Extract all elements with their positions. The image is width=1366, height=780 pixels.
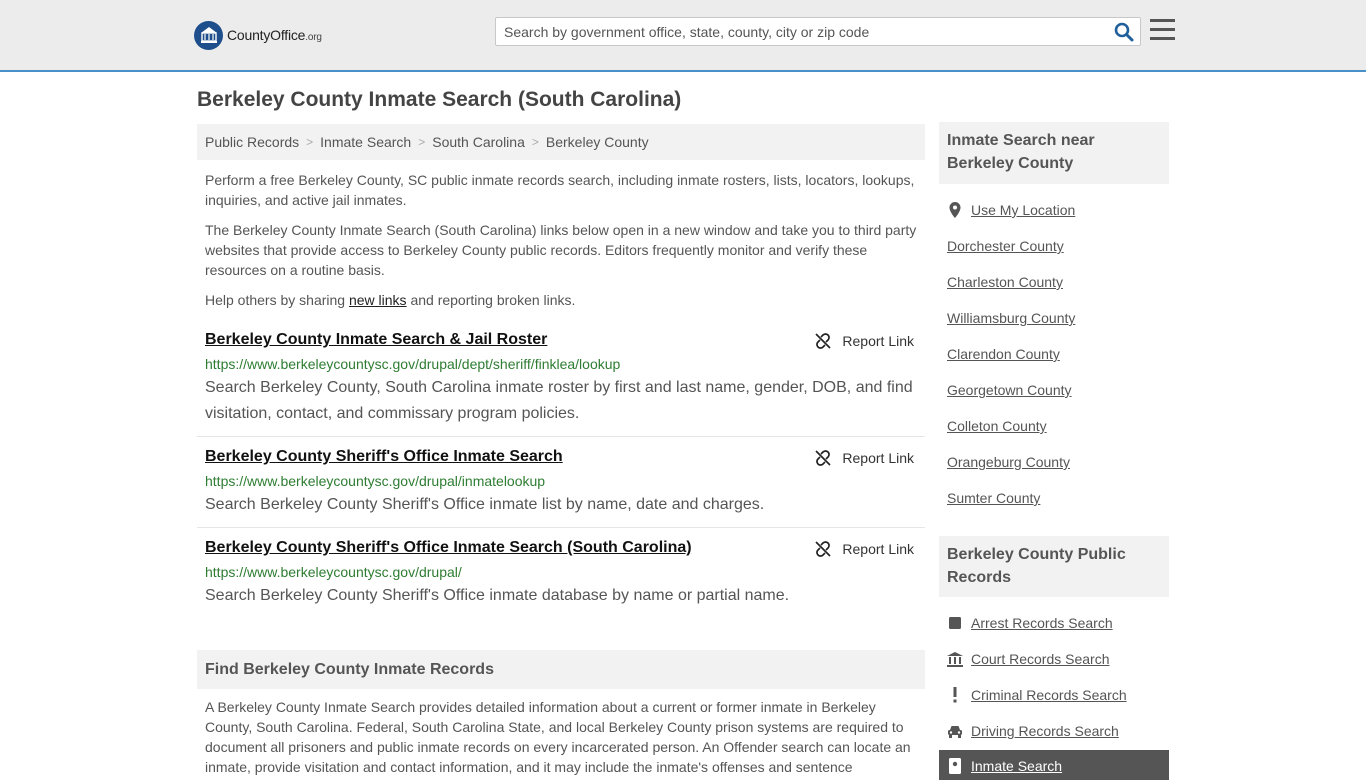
breadcrumb-public-records[interactable]: Public Records — [205, 134, 299, 150]
result-description: Search Berkeley County Sheriff's Office … — [205, 496, 765, 513]
nearby-county-link[interactable]: Clarendon County — [947, 346, 1060, 362]
report-link-button[interactable]: Report Link — [815, 333, 914, 349]
share-links-paragraph: Help others by sharing new links and rep… — [205, 292, 576, 308]
new-links-link[interactable]: new links — [349, 292, 407, 308]
exclamation-icon — [947, 687, 963, 703]
hamburger-menu-icon[interactable] — [1150, 18, 1175, 42]
breadcrumb-separator: > — [531, 135, 539, 149]
intro-paragraph: Perform a free Berkeley County, SC publi… — [205, 172, 915, 208]
inmate-search-active-link[interactable]: Inmate Search — [939, 750, 1169, 780]
breadcrumb-inmate-search[interactable]: Inmate Search — [320, 134, 411, 150]
nearby-county-link[interactable]: Sumter County — [947, 490, 1040, 506]
square-icon — [947, 615, 963, 631]
courthouse-icon — [947, 651, 963, 667]
driving-records-link[interactable]: Driving Records Search — [947, 723, 1119, 739]
result-item: Berkeley County Sheriff's Office Inmate … — [197, 539, 925, 618]
broken-link-icon — [815, 450, 832, 466]
public-records-heading: Berkeley County Public Records — [939, 536, 1169, 597]
top-bar: CountyOffice.org — [0, 0, 1366, 72]
search-input[interactable] — [504, 18, 1104, 45]
broken-link-icon — [815, 541, 832, 557]
result-url: https://www.berkeleycountysc.gov/drupal/… — [205, 356, 621, 372]
result-title-link[interactable]: Berkeley County Inmate Search & Jail Ros… — [205, 331, 547, 349]
arrest-records-link[interactable]: Arrest Records Search — [947, 615, 1113, 631]
result-description: Search Berkeley County, South Carolina i… — [205, 379, 913, 422]
car-icon — [947, 723, 963, 739]
broken-link-icon — [815, 333, 832, 349]
result-item: Berkeley County Inmate Search & Jail Ros… — [197, 331, 925, 436]
court-records-link[interactable]: Court Records Search — [947, 651, 1110, 667]
capitol-logo-icon — [194, 20, 223, 50]
map-pin-icon — [947, 202, 963, 218]
breadcrumb-separator: > — [418, 135, 426, 149]
report-link-button[interactable]: Report Link — [815, 541, 914, 557]
result-description: Search Berkeley County Sheriff's Office … — [205, 587, 790, 604]
use-my-location-link[interactable]: Use My Location — [947, 202, 1075, 218]
result-title-link[interactable]: Berkeley County Sheriff's Office Inmate … — [205, 539, 692, 557]
site-logo[interactable]: CountyOffice.org — [194, 20, 322, 50]
nearby-county-link[interactable]: Williamsburg County — [947, 310, 1075, 326]
breadcrumb-separator: > — [306, 135, 314, 149]
breadcrumb-south-carolina[interactable]: South Carolina — [432, 134, 525, 150]
nearby-heading: Inmate Search near Berkeley County — [939, 122, 1169, 184]
breadcrumb-berkeley-county[interactable]: Berkeley County — [546, 134, 649, 150]
report-link-button[interactable]: Report Link — [815, 450, 914, 466]
result-divider — [197, 527, 925, 528]
find-records-body: A Berkeley County Inmate Search provides… — [205, 699, 911, 775]
search-box — [495, 17, 1141, 46]
result-item: Berkeley County Sheriff's Office Inmate … — [197, 448, 925, 527]
id-card-icon — [947, 758, 963, 774]
find-records-heading: Find Berkeley County Inmate Records — [197, 650, 925, 689]
page-title: Berkeley County Inmate Search (South Car… — [197, 88, 682, 111]
breadcrumb: Public Records > Inmate Search > South C… — [197, 124, 925, 160]
nearby-county-link[interactable]: Charleston County — [947, 274, 1063, 290]
nearby-county-link[interactable]: Dorchester County — [947, 238, 1064, 254]
result-url: https://www.berkeleycountysc.gov/drupal/ — [205, 564, 462, 580]
nearby-county-link[interactable]: Georgetown County — [947, 382, 1072, 398]
intro-paragraph: The Berkeley County Inmate Search (South… — [205, 222, 917, 278]
result-url: https://www.berkeleycountysc.gov/drupal/… — [205, 473, 546, 489]
result-divider — [197, 436, 925, 437]
nearby-county-link[interactable]: Orangeburg County — [947, 454, 1070, 470]
criminal-records-link[interactable]: Criminal Records Search — [947, 687, 1127, 703]
logo-text: CountyOffice.org — [227, 27, 322, 43]
result-title-link[interactable]: Berkeley County Sheriff's Office Inmate … — [205, 448, 563, 466]
nearby-county-link[interactable]: Colleton County — [947, 418, 1047, 434]
search-icon[interactable] — [1114, 22, 1134, 42]
